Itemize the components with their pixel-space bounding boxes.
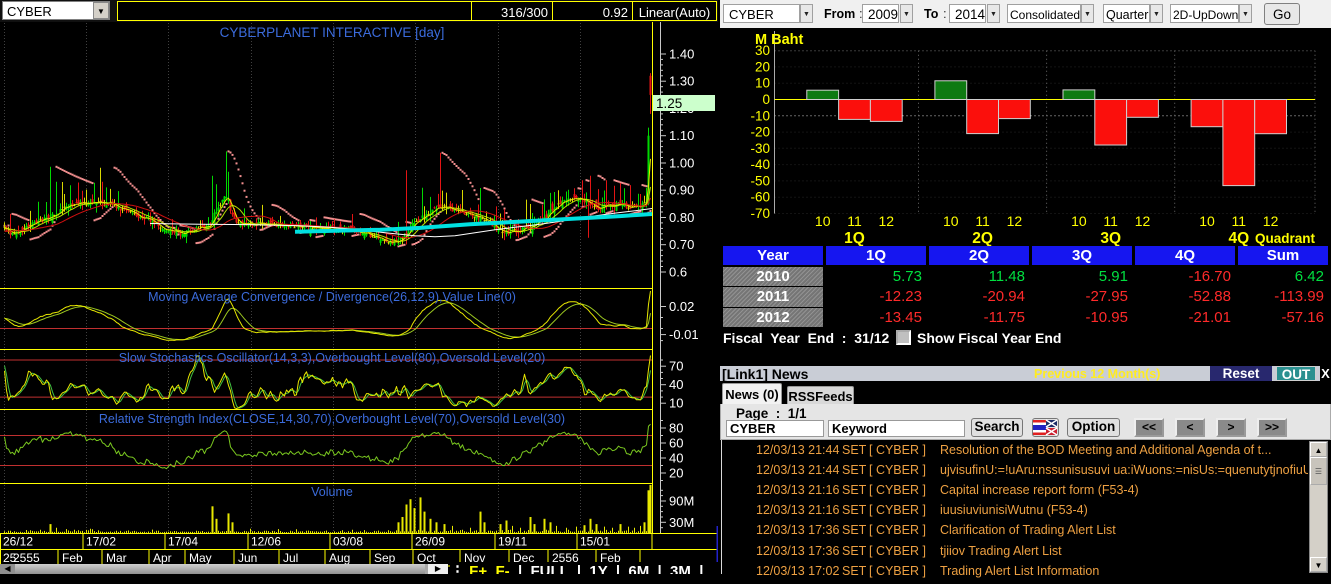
svg-text:Volume: Volume	[311, 485, 353, 499]
svg-text:11: 11	[1232, 213, 1247, 229]
svg-text:-10: -10	[750, 108, 770, 123]
svg-text:Quadrant: Quadrant	[1255, 231, 1316, 246]
svg-text:1.25: 1.25	[656, 96, 682, 111]
svg-text:1.10: 1.10	[669, 128, 694, 143]
svg-text:-20: -20	[750, 125, 770, 140]
svg-text:19/11: 19/11	[498, 535, 527, 549]
svg-text:1.00: 1.00	[669, 156, 694, 171]
svg-text:4Q: 4Q	[1228, 230, 1249, 247]
svg-text:Mar: Mar	[106, 551, 127, 565]
svg-text:Aug: Aug	[329, 551, 350, 565]
svg-text:10: 10	[815, 213, 831, 229]
svg-text:Jul: Jul	[283, 551, 298, 565]
svg-text:90M: 90M	[669, 494, 694, 509]
svg-text:12: 12	[879, 213, 895, 229]
svg-text:1Q: 1Q	[844, 230, 865, 247]
svg-text:Apr: Apr	[153, 551, 172, 565]
svg-text:12: 12	[1007, 213, 1023, 229]
svg-text:10: 10	[943, 213, 959, 229]
svg-text:03/08: 03/08	[333, 535, 363, 549]
svg-text:20: 20	[669, 466, 683, 481]
svg-text:11: 11	[975, 213, 990, 229]
svg-text:40: 40	[669, 451, 683, 466]
svg-text:Feb: Feb	[62, 551, 83, 565]
svg-text:0: 0	[762, 92, 770, 107]
svg-text:26/09: 26/09	[415, 535, 445, 549]
svg-text:2555: 2555	[13, 551, 40, 565]
svg-text:0.6: 0.6	[669, 265, 687, 280]
svg-text:10: 10	[1071, 213, 1087, 229]
svg-text:60: 60	[669, 436, 683, 451]
svg-text:-60: -60	[750, 190, 770, 205]
svg-text:30M: 30M	[669, 515, 694, 530]
svg-text:Oct: Oct	[417, 551, 436, 565]
svg-text:40: 40	[669, 377, 683, 392]
svg-text:20: 20	[755, 59, 770, 74]
svg-text:Moving Average Convergence / D: Moving Average Convergence / Divergence(…	[148, 290, 516, 304]
svg-text:-70: -70	[750, 206, 770, 221]
svg-text:10: 10	[755, 76, 770, 91]
svg-text:26/12: 26/12	[3, 535, 33, 549]
svg-text:80: 80	[669, 421, 683, 436]
svg-text:Jun: Jun	[238, 551, 257, 565]
svg-text:0.70: 0.70	[669, 237, 694, 252]
svg-text:0.80: 0.80	[669, 210, 694, 225]
svg-text:12: 12	[1135, 213, 1151, 229]
svg-text:1.40: 1.40	[669, 47, 694, 62]
svg-text:-50: -50	[750, 173, 770, 188]
svg-text:3Q: 3Q	[1100, 230, 1121, 247]
svg-text:17/04: 17/04	[168, 535, 198, 549]
svg-text:10: 10	[669, 396, 683, 411]
svg-text:-30: -30	[750, 141, 770, 156]
svg-text:Relative Strength Index(CLOSE,: Relative Strength Index(CLOSE,14,30,70),…	[99, 412, 565, 426]
svg-text:17/02: 17/02	[86, 535, 116, 549]
svg-text:-40: -40	[750, 157, 770, 172]
svg-text:0.90: 0.90	[669, 183, 694, 198]
svg-text:11: 11	[847, 213, 862, 229]
svg-text:12/06: 12/06	[251, 535, 281, 549]
svg-text:Sep: Sep	[374, 551, 396, 565]
svg-text:70: 70	[669, 359, 683, 374]
svg-text:-0.01: -0.01	[669, 327, 699, 342]
svg-text:CYBERPLANET INTERACTIVE [day]: CYBERPLANET INTERACTIVE [day]	[220, 25, 445, 40]
svg-text:1.30: 1.30	[669, 74, 694, 89]
svg-text:11: 11	[1103, 213, 1118, 229]
svg-text:0.02: 0.02	[669, 299, 694, 314]
svg-text:12: 12	[1263, 213, 1279, 229]
svg-text:10: 10	[1199, 213, 1215, 229]
svg-text:2Q: 2Q	[972, 230, 993, 247]
svg-text:May: May	[189, 551, 212, 565]
svg-text:M Baht: M Baht	[755, 32, 804, 48]
svg-text:Slow Stochastics Oscillator(14: Slow Stochastics Oscillator(14,3,3),Over…	[119, 351, 546, 365]
svg-text:15/01: 15/01	[580, 535, 610, 549]
